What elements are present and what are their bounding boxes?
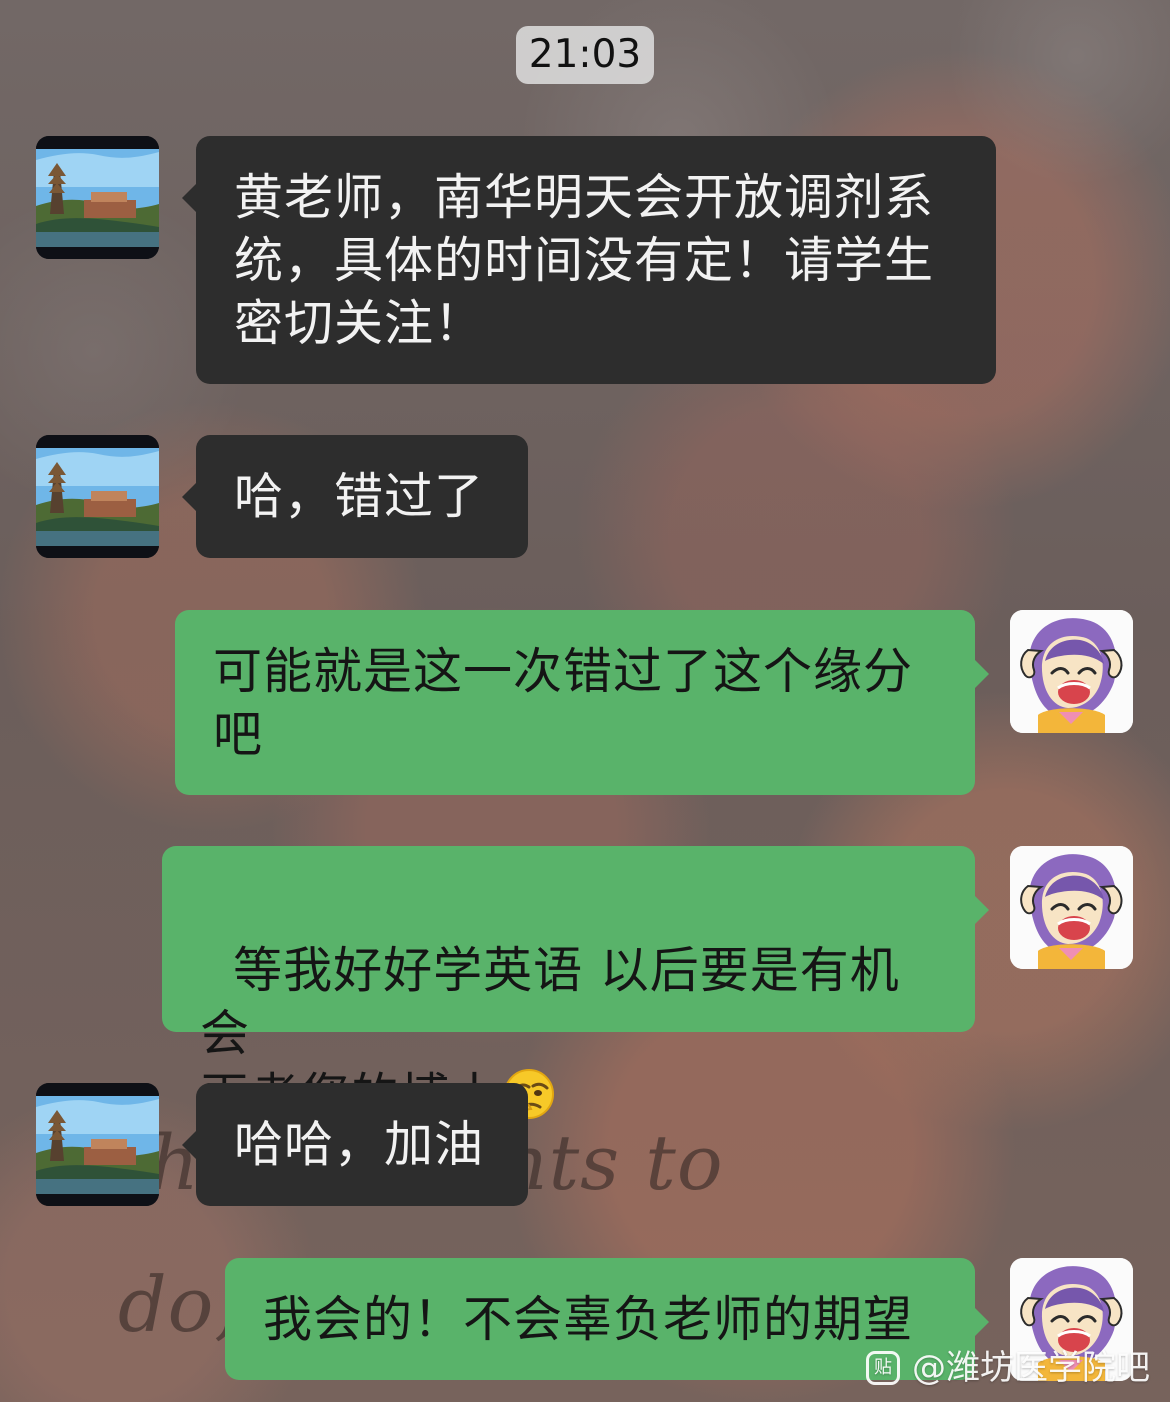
my-avatar[interactable] bbox=[1010, 846, 1133, 969]
message-bubble-sent: 等我好好学英语 以后要是有机会 再考您的博士 bbox=[162, 846, 989, 1125]
watermark-text: @潍坊医学院吧 bbox=[912, 1348, 1150, 1388]
my-avatar[interactable] bbox=[1010, 610, 1133, 733]
cartoon-girl-avatar-icon bbox=[1010, 846, 1133, 969]
campus-photo-icon bbox=[36, 1083, 159, 1206]
campus-photo-icon bbox=[36, 136, 159, 259]
contact-avatar[interactable] bbox=[36, 136, 159, 259]
source-watermark: 贴 @潍坊医学院吧 bbox=[866, 1348, 1150, 1388]
tieba-logo-icon: 贴 bbox=[866, 1351, 900, 1385]
cartoon-girl-avatar-icon bbox=[1010, 610, 1133, 733]
message-bubble-received: 哈，错过了 bbox=[182, 435, 528, 558]
message-bubble-received: 哈哈，加油 bbox=[182, 1083, 528, 1206]
message-bubble-sent: 我会的！不会辜负老师的期望 bbox=[225, 1258, 989, 1380]
message-timestamp: 21:03 bbox=[516, 26, 654, 84]
contact-avatar[interactable] bbox=[36, 435, 159, 558]
background-script-line-2: do, bbox=[118, 1260, 240, 1349]
message-bubble-sent: 可能就是这一次错过了这个缘分 吧 bbox=[175, 610, 989, 795]
message-bubble-received: 黄老师，南华明天会开放调剂系 统，具体的时间没有定！请学生 密切关注！ bbox=[182, 136, 996, 384]
campus-photo-icon bbox=[36, 435, 159, 558]
contact-avatar[interactable] bbox=[36, 1083, 159, 1206]
